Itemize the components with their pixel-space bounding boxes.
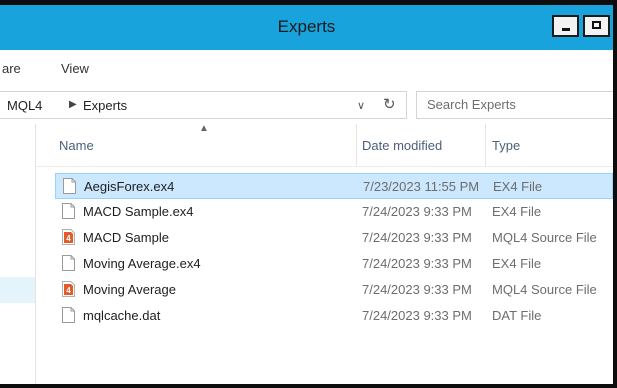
column-date-modified[interactable]: Date modified bbox=[362, 138, 442, 153]
search-box[interactable] bbox=[416, 91, 613, 119]
file-name: MACD Sample bbox=[83, 230, 169, 245]
tab-share[interactable]: are bbox=[2, 61, 21, 76]
breadcrumb-separator-icon[interactable]: ▶ bbox=[69, 99, 77, 110]
column-name[interactable]: Name bbox=[59, 138, 94, 153]
mql4-file-icon: 4 bbox=[62, 281, 75, 297]
file-date-modified: 7/24/2023 9:33 PM bbox=[362, 256, 472, 271]
address-bar[interactable]: MQL4 ▶ Experts ∨ ↻ bbox=[0, 91, 407, 119]
file-row[interactable]: 4 Moving Average 7/24/2023 9:33 PM MQL4 Sou… bbox=[55, 277, 613, 303]
file-icon bbox=[63, 178, 76, 194]
breadcrumb-mql4[interactable]: MQL4 bbox=[7, 98, 42, 113]
file-type: DAT File bbox=[492, 308, 542, 323]
file-row[interactable]: MACD Sample.ex4 7/24/2023 9:33 PM EX4 File bbox=[55, 199, 613, 225]
file-name: MACD Sample.ex4 bbox=[83, 204, 194, 219]
explorer-window: Experts are View MQL4 ▶ Experts ∨ ↻ ▲ Na… bbox=[0, 0, 617, 388]
file-name: AegisForex.ex4 bbox=[84, 179, 175, 194]
column-divider[interactable] bbox=[356, 124, 357, 166]
file-type: MQL4 Source File bbox=[492, 282, 597, 297]
file-type: EX4 File bbox=[492, 256, 542, 271]
file-type: MQL4 Source File bbox=[492, 230, 597, 245]
column-header-row: ▲ Name Date modified Type bbox=[36, 123, 613, 167]
mql4-file-icon: 4 bbox=[62, 229, 75, 245]
file-date-modified: 7/24/2023 9:33 PM bbox=[362, 204, 472, 219]
refresh-icon[interactable]: ↻ bbox=[383, 95, 396, 113]
file-name: Moving Average.ex4 bbox=[83, 256, 201, 271]
file-date-modified: 7/24/2023 9:33 PM bbox=[362, 230, 472, 245]
address-bar-row: MQL4 ▶ Experts ∨ ↻ bbox=[0, 88, 613, 124]
file-type: EX4 File bbox=[493, 179, 543, 194]
navigation-pane-selected-item[interactable] bbox=[0, 277, 35, 303]
file-icon bbox=[62, 203, 75, 219]
file-icon bbox=[62, 307, 75, 323]
tab-view[interactable]: View bbox=[61, 61, 89, 76]
file-type: EX4 File bbox=[492, 204, 542, 219]
maximize-button[interactable] bbox=[583, 15, 610, 37]
file-name: mqlcache.dat bbox=[83, 308, 161, 323]
file-date-modified: 7/23/2023 11:55 PM bbox=[363, 179, 480, 194]
file-row[interactable]: mqlcache.dat 7/24/2023 9:33 PM DAT File bbox=[55, 303, 613, 329]
column-divider[interactable] bbox=[485, 124, 486, 166]
minimize-icon bbox=[562, 28, 570, 31]
maximize-icon bbox=[592, 21, 601, 29]
file-row[interactable]: AegisForex.ex4 7/23/2023 11:55 PM EX4 File bbox=[55, 173, 613, 199]
file-name: Moving Average bbox=[83, 282, 176, 297]
minimize-button[interactable] bbox=[552, 15, 579, 37]
sort-ascending-icon: ▲ bbox=[199, 123, 209, 134]
breadcrumb-experts[interactable]: Experts bbox=[83, 98, 127, 113]
search-input[interactable] bbox=[427, 97, 607, 112]
file-icon bbox=[62, 255, 75, 271]
navigation-pane[interactable] bbox=[0, 124, 35, 384]
title-bar[interactable]: Experts bbox=[0, 0, 613, 50]
address-dropdown-icon[interactable]: ∨ bbox=[357, 99, 365, 112]
file-date-modified: 7/24/2023 9:33 PM bbox=[362, 282, 472, 297]
file-date-modified: 7/24/2023 9:33 PM bbox=[362, 308, 472, 323]
svg-text:4: 4 bbox=[66, 234, 71, 243]
ribbon-tabs: are View bbox=[0, 50, 613, 89]
file-row[interactable]: 4 MACD Sample 7/24/2023 9:33 PM MQL4 Source… bbox=[55, 225, 613, 251]
column-type[interactable]: Type bbox=[492, 138, 520, 153]
svg-text:4: 4 bbox=[66, 286, 71, 295]
file-row[interactable]: Moving Average.ex4 7/24/2023 9:33 PM EX4 F… bbox=[55, 251, 613, 277]
window-title: Experts bbox=[277, 17, 336, 36]
